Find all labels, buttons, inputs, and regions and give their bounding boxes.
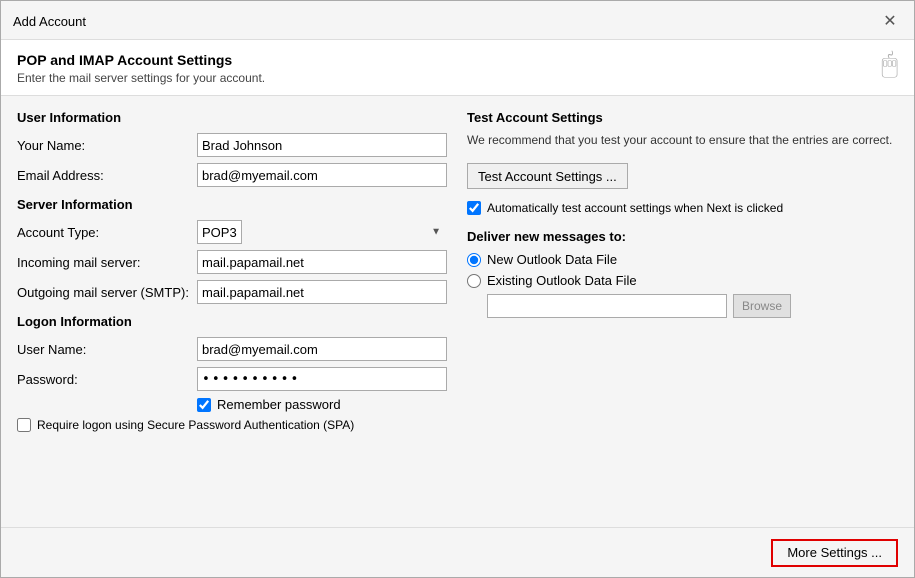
email-row: Email Address:: [17, 163, 447, 187]
username-label: User Name:: [17, 342, 197, 357]
cursor-icon: 🖱: [881, 48, 898, 81]
more-settings-button[interactable]: More Settings ...: [771, 539, 898, 567]
existing-path-row: Browse: [487, 294, 898, 318]
email-label: Email Address:: [17, 168, 197, 183]
header-title: POP and IMAP Account Settings: [17, 52, 265, 68]
remember-password-checkbox[interactable]: [197, 398, 211, 412]
password-row: Password:: [17, 367, 447, 391]
existing-outlook-row: Existing Outlook Data File: [467, 273, 898, 288]
account-type-select-wrapper: POP3 IMAP: [197, 220, 447, 244]
remember-password-row: Remember password: [197, 397, 447, 412]
email-input[interactable]: [197, 163, 447, 187]
new-outlook-label: New Outlook Data File: [487, 252, 617, 267]
browse-button[interactable]: Browse: [733, 294, 791, 318]
auto-test-label: Automatically test account settings when…: [487, 201, 783, 215]
spa-row: Require logon using Secure Password Auth…: [17, 418, 447, 432]
outgoing-server-input[interactable]: [197, 280, 447, 304]
username-input[interactable]: [197, 337, 447, 361]
title-bar: Add Account ✕: [1, 1, 914, 40]
dialog: Add Account ✕ POP and IMAP Account Setti…: [0, 0, 915, 578]
spa-checkbox[interactable]: [17, 418, 31, 432]
your-name-row: Your Name:: [17, 133, 447, 157]
existing-outlook-label: Existing Outlook Data File: [487, 273, 637, 288]
account-type-row: Account Type: POP3 IMAP: [17, 220, 447, 244]
server-info-title: Server Information: [17, 197, 447, 212]
incoming-server-row: Incoming mail server:: [17, 250, 447, 274]
existing-outlook-radio[interactable]: [467, 274, 481, 288]
auto-test-checkbox[interactable]: [467, 201, 481, 215]
incoming-server-input[interactable]: [197, 250, 447, 274]
incoming-server-label: Incoming mail server:: [17, 255, 197, 270]
password-input[interactable]: [197, 367, 447, 391]
header-section: POP and IMAP Account Settings Enter the …: [1, 40, 914, 96]
test-account-settings-button[interactable]: Test Account Settings ...: [467, 163, 628, 189]
close-button[interactable]: ✕: [878, 9, 902, 33]
account-type-label: Account Type:: [17, 225, 197, 240]
dialog-title: Add Account: [13, 14, 86, 29]
password-label: Password:: [17, 372, 197, 387]
outgoing-server-label: Outgoing mail server (SMTP):: [17, 285, 197, 300]
your-name-label: Your Name:: [17, 138, 197, 153]
logon-info-title: Logon Information: [17, 314, 447, 329]
content-area: User Information Your Name: Email Addres…: [1, 96, 914, 446]
existing-path-input[interactable]: [487, 294, 727, 318]
header-subtitle: Enter the mail server settings for your …: [17, 71, 265, 85]
new-outlook-radio[interactable]: [467, 253, 481, 267]
auto-test-row: Automatically test account settings when…: [467, 201, 898, 215]
spa-label: Require logon using Secure Password Auth…: [37, 418, 354, 432]
outgoing-server-row: Outgoing mail server (SMTP):: [17, 280, 447, 304]
remember-password-label: Remember password: [217, 397, 341, 412]
account-type-select[interactable]: POP3 IMAP: [197, 220, 242, 244]
new-outlook-row: New Outlook Data File: [467, 252, 898, 267]
your-name-input[interactable]: [197, 133, 447, 157]
test-settings-desc: We recommend that you test your account …: [467, 131, 898, 149]
right-panel: Test Account Settings We recommend that …: [467, 110, 898, 432]
left-panel: User Information Your Name: Email Addres…: [17, 110, 447, 432]
username-row: User Name:: [17, 337, 447, 361]
user-info-title: User Information: [17, 110, 447, 125]
header-content: POP and IMAP Account Settings Enter the …: [17, 52, 265, 85]
deliver-title: Deliver new messages to:: [467, 229, 898, 244]
test-settings-title: Test Account Settings: [467, 110, 898, 125]
footer-area: More Settings ...: [1, 527, 914, 577]
